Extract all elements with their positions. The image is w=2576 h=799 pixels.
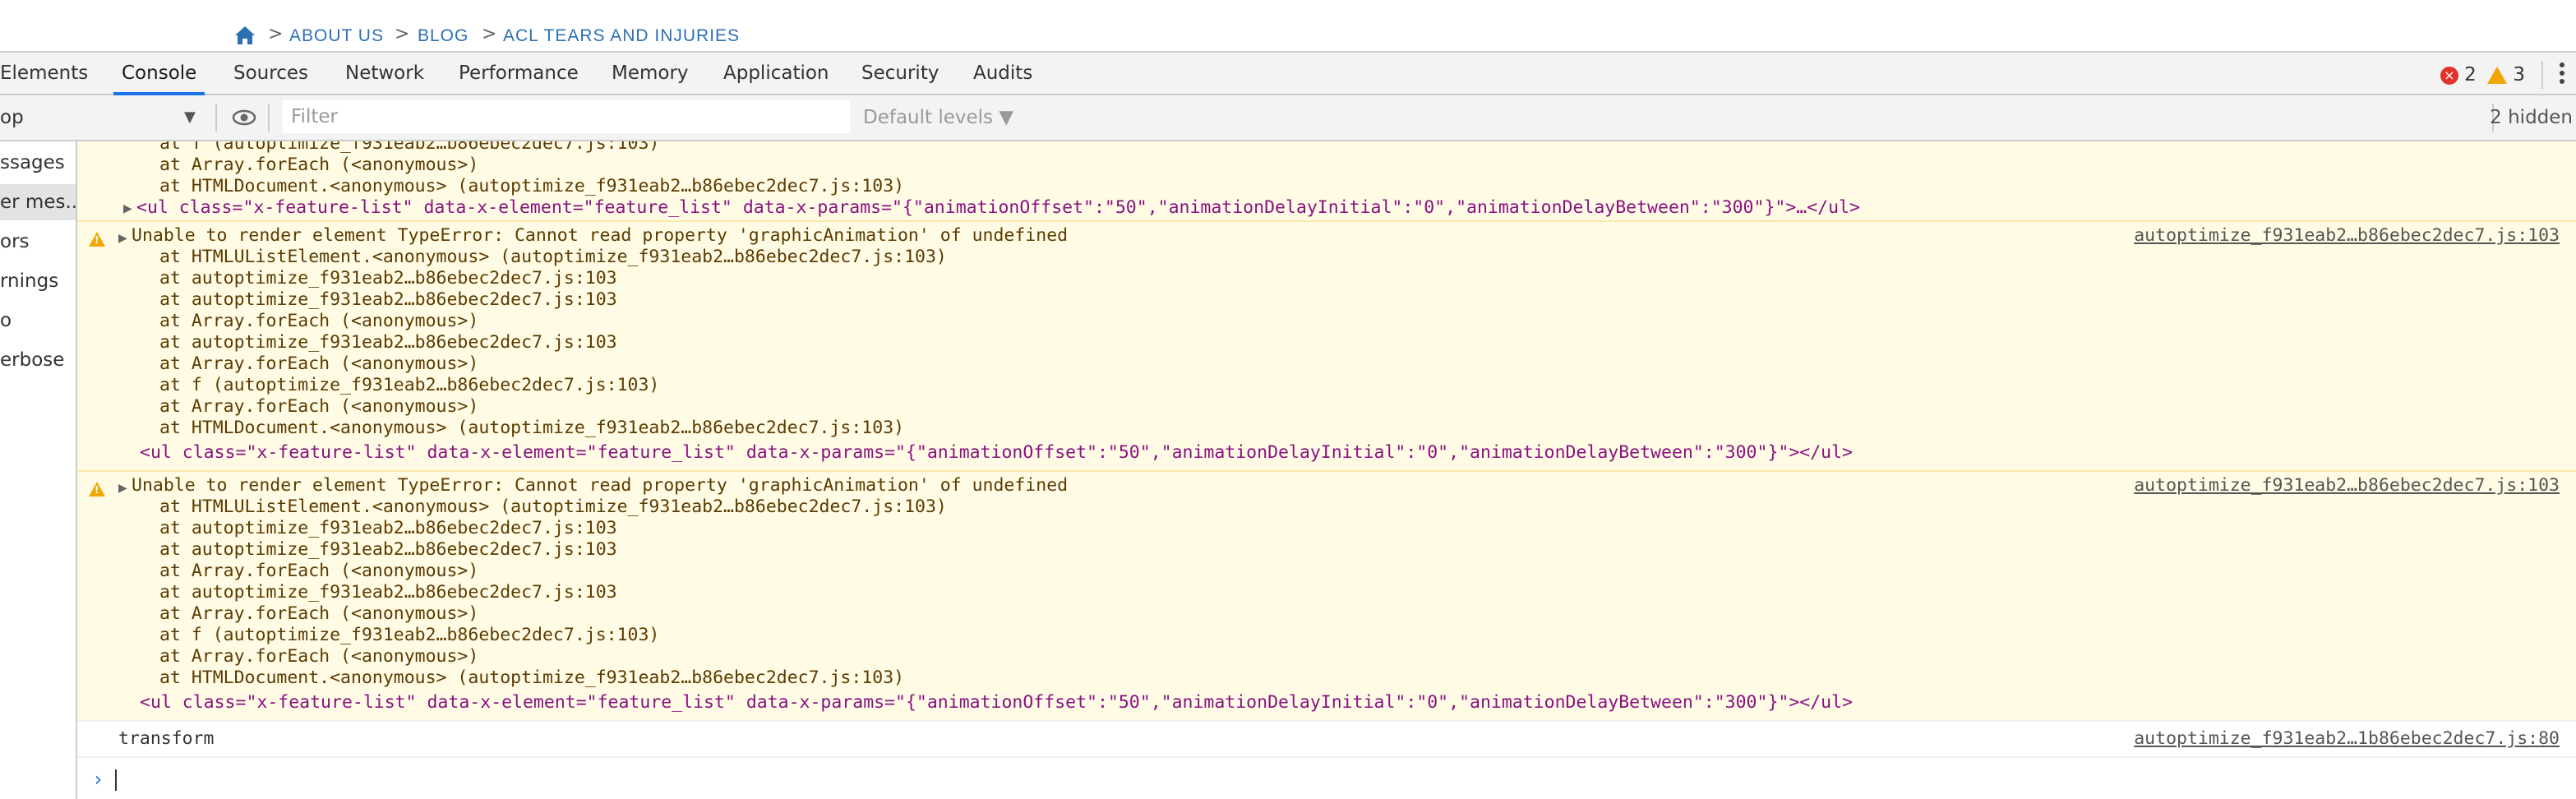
prompt-chevron-icon: › (92, 768, 104, 791)
breadcrumb: > ABOUT US > BLOG > ACL TEARS AND INJURI… (0, 0, 2576, 51)
context-selector[interactable]: op (0, 107, 24, 128)
warning-icon (89, 232, 105, 247)
sidebar-item-info[interactable]: o (0, 303, 12, 339)
issue-counts[interactable]: × 2 3 (2440, 64, 2525, 85)
tab-sources[interactable]: Sources (233, 53, 308, 95)
error-icon: × (2440, 66, 2458, 85)
stack-line: at Array.forEach (<anonymous>) (159, 396, 479, 417)
warning-icon (2487, 67, 2508, 84)
stack-line: at Array.forEach (<anonymous>) (159, 353, 479, 374)
ul-element-collapsed[interactable]: <ul class="x-feature-list" data-x-elemen… (136, 197, 1860, 219)
more-options-icon[interactable] (2560, 62, 2564, 87)
source-link[interactable]: autoptimize_f931eab2…1b86ebec2dec7.js:80 (2134, 728, 2560, 749)
console-toolbar: op ▼ Filter Default levels ▼ 2 hidden (0, 95, 2576, 141)
filter-input[interactable]: Filter (283, 100, 850, 133)
divider (215, 104, 217, 132)
warning-title[interactable]: Unable to render element TypeError: Cann… (132, 225, 1068, 247)
stack-line: at autoptimize_f931eab2…b86ebec2dec7.js:… (159, 289, 617, 310)
sidebar-item-user-messages[interactable]: er mes... (0, 184, 76, 220)
tab-network[interactable]: Network (345, 53, 424, 95)
console-sidebar: ssages er mes... ors rnings o erbose (0, 141, 77, 799)
breadcrumb-blog[interactable]: BLOG (418, 26, 469, 46)
stack-line: at f (autoptimize_f931eab2…b86ebec2dec7.… (159, 375, 660, 395)
default-levels-dropdown[interactable]: Default levels ▼ (863, 107, 1013, 128)
sidebar-item-warnings[interactable]: rnings (0, 263, 58, 299)
divider (2541, 61, 2543, 89)
eye-icon[interactable] (232, 109, 256, 127)
stack-line: at HTMLUListElement.<anonymous> (autopti… (159, 496, 947, 517)
tab-elements[interactable]: Elements (0, 53, 88, 95)
console-messages: at f (autoptimize_f931eab2…b86ebec2dec7.… (77, 141, 2576, 799)
sidebar-item-verbose[interactable]: erbose (0, 342, 64, 378)
console-log-message: transform autoptimize_f931eab2…1b86ebec2… (77, 720, 2576, 758)
stack-line: at HTMLDocument.<anonymous> (autoptimize… (159, 176, 905, 196)
chevron-right-icon: > (395, 24, 410, 44)
tab-application[interactable]: Application (723, 53, 829, 95)
breadcrumb-current[interactable]: ACL TEARS AND INJURIES (503, 26, 740, 46)
stack-line: at HTMLDocument.<anonymous> (autoptimize… (159, 667, 905, 688)
stack-line: at Array.forEach (<anonymous>) (159, 155, 479, 175)
expand-triangle-icon[interactable]: ▶ (123, 202, 132, 215)
tab-performance[interactable]: Performance (459, 53, 579, 95)
source-link[interactable]: autoptimize_f931eab2…b86ebec2dec7.js:103 (2134, 475, 2560, 496)
breadcrumb-about-us[interactable]: ABOUT US (289, 26, 384, 46)
stack-line: at HTMLDocument.<anonymous> (autoptimize… (159, 418, 905, 438)
stack-line: at f (autoptimize_f931eab2…b86ebec2dec7.… (159, 625, 660, 645)
error-count: 2 (2464, 64, 2477, 85)
warning-title[interactable]: Unable to render element TypeError: Cann… (132, 475, 1068, 496)
stack-line: at autoptimize_f931eab2…b86ebec2dec7.js:… (159, 332, 617, 353)
dropdown-arrow-icon[interactable]: ▼ (184, 109, 196, 126)
stack-line: at Array.forEach (<anonymous>) (159, 603, 479, 624)
stack-line: at Array.forEach (<anonymous>) (159, 561, 479, 581)
expand-triangle-icon[interactable]: ▶ (118, 482, 127, 495)
stack-line: at HTMLUListElement.<anonymous> (autopti… (159, 247, 947, 267)
stack-line: at Array.forEach (<anonymous>) (159, 646, 479, 667)
tab-security[interactable]: Security (861, 53, 939, 95)
tab-audits[interactable]: Audits (973, 53, 1032, 95)
ul-element[interactable]: <ul class="x-feature-list" data-x-elemen… (140, 442, 1853, 464)
tab-console[interactable]: Console (113, 53, 205, 95)
stack-line: at f (autoptimize_f931eab2…b86ebec2dec7.… (159, 141, 660, 154)
sidebar-item-messages[interactable]: ssages (0, 145, 65, 181)
ul-element[interactable]: <ul class="x-feature-list" data-x-elemen… (140, 692, 1853, 714)
warning-count: 3 (2513, 64, 2525, 85)
log-text: transform (118, 728, 215, 749)
chevron-right-icon: > (268, 24, 284, 44)
divider (268, 104, 270, 132)
chevron-right-icon: > (482, 24, 497, 44)
console-warning-message: at f (autoptimize_f931eab2…b86ebec2dec7.… (77, 141, 2576, 220)
sidebar-item-errors[interactable]: ors (0, 224, 30, 260)
home-icon[interactable] (233, 25, 256, 46)
stack-line: at autoptimize_f931eab2…b86ebec2dec7.js:… (159, 518, 617, 538)
stack-line: at autoptimize_f931eab2…b86ebec2dec7.js:… (159, 539, 617, 560)
tab-memory[interactable]: Memory (612, 53, 689, 95)
console-prompt[interactable]: › (77, 756, 2576, 799)
console-warning-message: ▶ Unable to render element TypeError: Ca… (77, 220, 2576, 470)
devtools-tabbar: Elements Console Sources Network Perform… (0, 51, 2576, 95)
stack-line: at autoptimize_f931eab2…b86ebec2dec7.js:… (159, 582, 617, 603)
console-warning-message: ▶ Unable to render element TypeError: Ca… (77, 470, 2576, 720)
stack-line: at Array.forEach (<anonymous>) (159, 311, 479, 331)
source-link[interactable]: autoptimize_f931eab2…b86ebec2dec7.js:103 (2134, 225, 2560, 246)
expand-triangle-icon[interactable]: ▶ (118, 232, 127, 245)
hidden-count: 2 hidden (2490, 107, 2573, 128)
warning-icon (89, 482, 105, 496)
stack-line: at autoptimize_f931eab2…b86ebec2dec7.js:… (159, 268, 617, 289)
text-cursor (115, 769, 117, 791)
